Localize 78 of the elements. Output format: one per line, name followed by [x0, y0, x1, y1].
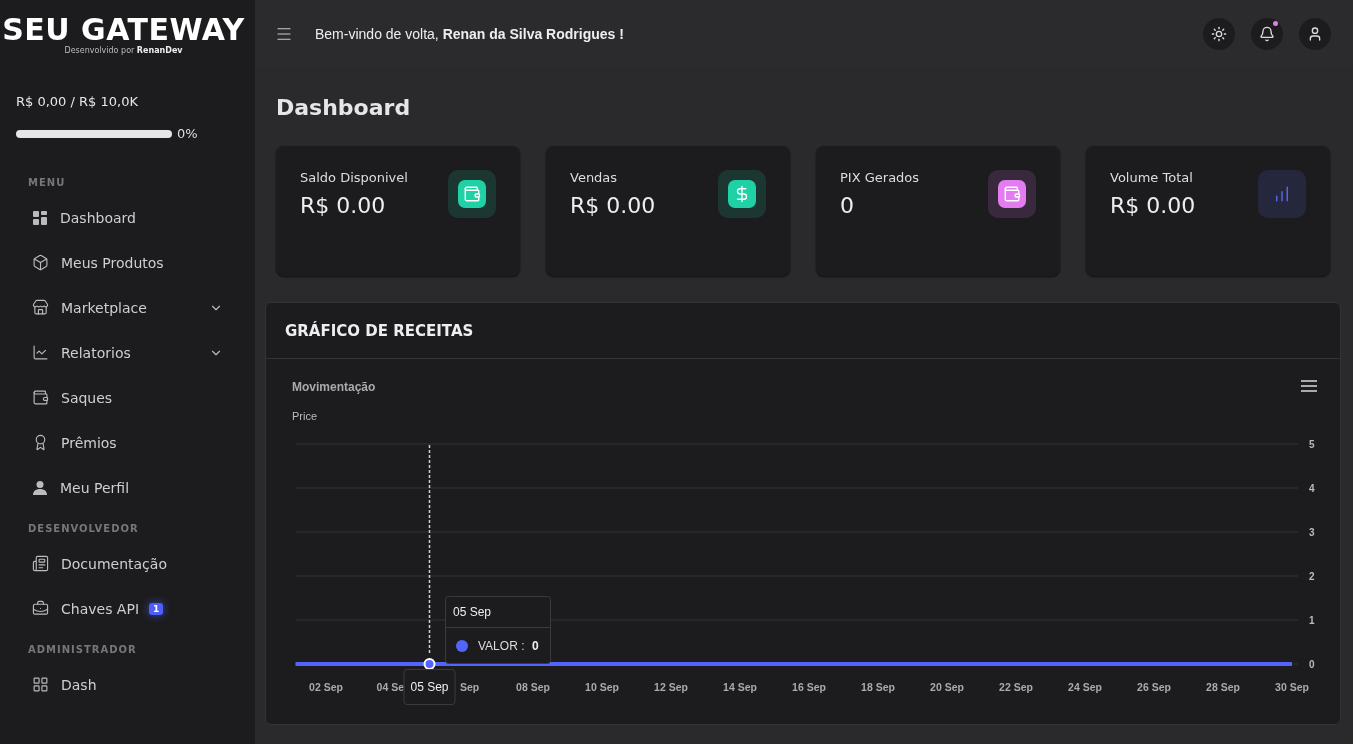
stat-value: 0 — [840, 193, 855, 218]
axis-tick-label: 04 Se — [376, 681, 404, 693]
axis-tick-label: 1 — [1309, 615, 1315, 626]
count-badge: 1 — [149, 602, 164, 615]
axis-tick-label: 10 Sep — [585, 681, 619, 693]
bar-chart-icon — [1273, 185, 1291, 203]
sidebar-item[interactable]: Dash — [0, 662, 255, 707]
briefcase-icon — [32, 600, 49, 617]
axis-tick-label: 3 — [1309, 527, 1315, 538]
sidebar-item[interactable]: Chaves API 1 — [0, 586, 255, 631]
axis-tooltip — [403, 669, 456, 705]
theme-toggle-button[interactable] — [1203, 18, 1235, 50]
line-chart-icon — [32, 344, 49, 361]
axis-tick-label: 16 Sep — [792, 681, 826, 693]
stat-label: Vendas — [570, 170, 619, 185]
axis-tick-label: 18 Sep — [861, 681, 895, 693]
tooltip-date: 05 Sep — [453, 605, 492, 619]
dashboard-icon — [32, 209, 48, 226]
stat-value: R$ 0.00 — [570, 193, 657, 218]
sidebar-section-title: MENU — [28, 177, 67, 190]
sidebar-item[interactable]: Documentação — [0, 541, 255, 586]
user-icon — [32, 479, 48, 496]
axis-tick-label: 5 — [1309, 439, 1315, 450]
axis-tick-label: 08 Sep — [516, 681, 550, 693]
logo-tagline: Desenvolvido por RenanDev — [64, 45, 183, 55]
bell-icon — [1259, 26, 1275, 42]
welcome-text: Bem-vindo de volta, Renan da Silva Rodrigues ! — [315, 26, 625, 42]
stat-value: R$ 0.00 — [1110, 193, 1197, 218]
sidebar-section-title: ADMINISTRADOR — [28, 644, 138, 657]
axis-tick-label: 28 Sep — [1206, 681, 1240, 693]
sidebar-item[interactable]: Marketplace — [0, 285, 255, 330]
menu-icon[interactable] — [275, 25, 293, 43]
goal-percent: 0% — [177, 126, 198, 141]
stat-label: PIX Gerados — [840, 170, 921, 185]
stat-label: Saldo Disponivel — [300, 170, 409, 185]
page-title: Dashboard — [276, 95, 412, 120]
user-icon — [1307, 26, 1323, 42]
chart-menu-icon[interactable] — [1300, 380, 1318, 392]
grid-icon — [32, 676, 49, 693]
sidebar-item[interactable]: Prêmios — [0, 420, 255, 465]
chart-title: Movimentação — [292, 380, 376, 394]
axis-label: Price — [292, 410, 318, 422]
sidebar-item[interactable]: Meu Perfil — [0, 465, 255, 510]
sidebar-item[interactable]: Relatorios — [0, 330, 255, 375]
wallet-icon — [1003, 185, 1021, 203]
sun-icon — [1211, 26, 1227, 42]
box-icon — [32, 254, 49, 271]
axis-tick-label: 30 Sep — [1275, 681, 1309, 693]
notifications-button[interactable] — [1251, 18, 1283, 50]
axis-tick-label: 02 Sep — [309, 681, 343, 693]
data-point-marker — [423, 658, 436, 670]
revenue-goal-text: R$ 0,00 / R$ 10,0K — [16, 94, 139, 109]
axis-tick-label: Sep — [460, 681, 480, 693]
wallet-icon — [463, 185, 481, 203]
axis-tick-label: 24 Sep — [1068, 681, 1102, 693]
axis-tick-label: 12 Sep — [654, 681, 688, 693]
wallet-icon — [32, 389, 49, 406]
axis-tooltip-label: 05 Sep — [410, 680, 449, 694]
document-icon — [32, 555, 49, 572]
stat-label: Volume Total — [1110, 170, 1194, 185]
axis-tick-label: 26 Sep — [1137, 681, 1171, 693]
axis-tick-label: 22 Sep — [999, 681, 1033, 693]
sidebar-item[interactable]: Saques — [0, 375, 255, 420]
axis-tick-label: 0 — [1309, 659, 1315, 670]
tooltip-value: 0 — [532, 639, 539, 653]
axis-tick-label: 2 — [1309, 571, 1315, 582]
sidebar-section-title: DESENVOLVEDOR — [28, 523, 140, 536]
axis-tick-label: 20 Sep — [930, 681, 964, 693]
panel-title: GRÁFICO DE RECEITAS — [266, 303, 1340, 359]
profile-button[interactable] — [1299, 18, 1331, 50]
sidebar-item[interactable]: Dashboard — [0, 195, 255, 240]
stat-value: R$ 0.00 — [300, 193, 387, 218]
tooltip-series-label: VALOR : — [478, 639, 525, 653]
axis-tick-label: 4 — [1309, 483, 1315, 494]
logo: SEU GATEWAY — [2, 13, 245, 46]
store-icon — [32, 299, 49, 316]
axis-tick-label: 14 Sep — [723, 681, 757, 693]
sidebar-item[interactable]: Meus Produtos — [0, 240, 255, 285]
